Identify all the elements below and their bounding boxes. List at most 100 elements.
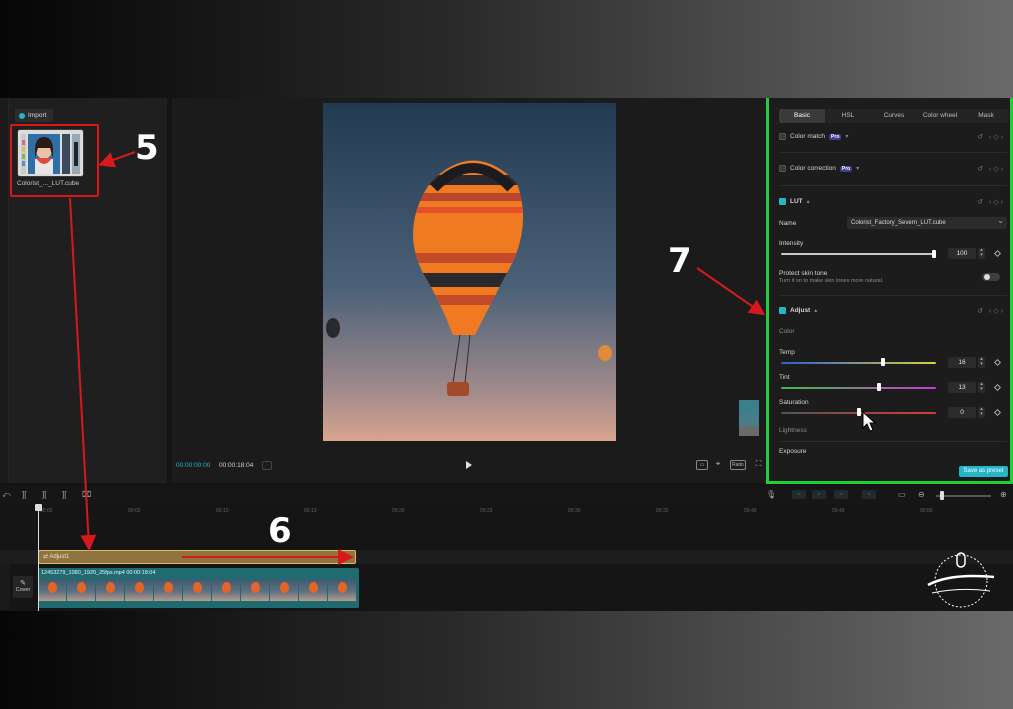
delete-icon[interactable]: ⌧ [82, 490, 91, 499]
lut-name-label: Name [779, 220, 797, 227]
adjust-clip[interactable]: ⇄ Adjust1 [38, 550, 356, 564]
lightness-label: Lightness [779, 427, 807, 434]
zoom-in-icon[interactable]: ⊕ [1000, 490, 1007, 499]
clip-thumbnail [38, 579, 67, 601]
import-label: Import [28, 112, 47, 119]
tab-hsl[interactable]: HSL [825, 109, 871, 123]
reset-keyframe-icons[interactable]: ↺ ‹◇› [977, 133, 1005, 141]
tint-label: Tint [779, 374, 790, 381]
lut-section-header[interactable]: LUT ▴ ↺ ‹◇› [779, 198, 1007, 206]
tab-basic[interactable]: Basic [779, 109, 825, 123]
adjust-section-header[interactable]: Adjust ▴ ↺ ‹◇› [779, 307, 1007, 315]
temp-slider-thumb[interactable] [881, 358, 885, 366]
split-right-icon[interactable]: ][ [62, 490, 66, 499]
keyframe-icon[interactable] [993, 383, 1002, 392]
intensity-slider-track[interactable] [781, 253, 936, 255]
saturation-stepper[interactable]: ▴ ▾ [978, 407, 985, 418]
zoom-out-icon[interactable]: ⊖ [918, 490, 925, 499]
tint-value[interactable]: 13 [948, 382, 976, 393]
playhead[interactable] [38, 504, 39, 611]
divider [779, 295, 1007, 296]
saturation-value[interactable]: 0 [948, 407, 976, 418]
video-preview-frame[interactable] [323, 103, 616, 441]
lut-checkbox[interactable] [779, 198, 786, 205]
ruler-tick-label: 00:13 [304, 508, 317, 514]
annotation-number-5: 5 [135, 128, 159, 168]
ratio-button[interactable]: Ratio [730, 460, 746, 470]
clip-thumbnail [96, 579, 125, 601]
intensity-slider-thumb[interactable] [932, 250, 936, 258]
timeline-view-toggle[interactable] [262, 461, 272, 470]
fit-icon[interactable]: ⌖ [713, 460, 723, 470]
tab-mask[interactable]: Mask [963, 109, 1009, 123]
playhead-handle[interactable] [35, 504, 42, 511]
reset-keyframe-icons[interactable]: ↺ ‹◇› [977, 165, 1005, 173]
intensity-stepper[interactable]: ▴ ▾ [978, 248, 985, 259]
caption-icon[interactable]: ▭ [898, 490, 906, 499]
intensity-value[interactable]: 100 [948, 248, 976, 259]
temp-slider-track[interactable] [781, 362, 936, 364]
protect-skin-toggle[interactable] [982, 273, 1000, 281]
timeline[interactable]: 00:00 00:02 00:10 00:13 00:20 00:23 00:30 00:32… [0, 504, 1013, 611]
color-match-label: Color match [790, 133, 826, 140]
adjust-label: Adjust [790, 307, 811, 314]
color-correction-checkbox[interactable] [779, 165, 786, 172]
divider [779, 185, 1007, 186]
play-icon[interactable] [466, 461, 472, 469]
microphone-icon[interactable]: 🎙 [766, 490, 776, 499]
adjust-checkbox[interactable] [779, 307, 786, 314]
ruler-tick-label: 00:50 [920, 508, 933, 514]
timecode-total: 00:00:18:04 [219, 462, 254, 469]
clip-thumbnail [67, 579, 96, 601]
keyframe-icon[interactable] [993, 408, 1002, 417]
reset-keyframe-icons[interactable]: ↺ ‹◇› [977, 307, 1005, 315]
snap-icon[interactable]: ⇔ [834, 490, 848, 499]
import-button[interactable]: Import [15, 109, 54, 122]
color-subheading: Color [779, 328, 795, 335]
clip-thumbnail [125, 579, 154, 601]
temp-stepper[interactable]: ▴ ▾ [978, 357, 985, 368]
lut-name-select[interactable]: Colorist_Factory_Severn_LUT.cube [847, 215, 1007, 229]
ruler-tick-label: 00:23 [480, 508, 493, 514]
preview-controls: 00:00:00:00 00:00:18:04 ▭ ⌖ Ratio ⛶ [172, 456, 766, 476]
saturation-slider-thumb[interactable] [857, 408, 861, 416]
annotation-highlight-box [10, 124, 99, 197]
fullscreen-icon[interactable]: ⛶ [754, 460, 763, 470]
magnet-icon[interactable]: ⇔ [812, 490, 826, 499]
cover-button[interactable]: ✎ Cover [13, 576, 33, 598]
preview-axis-icon[interactable]: ⇔ [862, 490, 876, 499]
ruler-tick-label: 00:02 [128, 508, 141, 514]
split-icon[interactable]: ][ [22, 490, 26, 499]
save-as-preset-button[interactable]: Save as preset [959, 466, 1008, 477]
video-clip-duration: 00:00:18:04 [126, 570, 156, 576]
temp-value[interactable]: 16 [948, 357, 976, 368]
tint-stepper[interactable]: ▴ ▾ [978, 382, 985, 393]
tint-slider-thumb[interactable] [877, 383, 881, 391]
tab-curves[interactable]: Curves [871, 109, 917, 123]
reset-keyframe-icons[interactable]: ↺ ‹◇› [977, 198, 1005, 206]
preview-panel: 00:00:00:00 00:00:18:04 ▭ ⌖ Ratio ⛶ [172, 98, 766, 483]
full-quality-icon[interactable]: ▭ [696, 460, 708, 470]
saturation-label: Saturation [779, 399, 809, 406]
annotation-number-6: 6 [268, 511, 292, 551]
color-match-section[interactable]: Color match Pro ▾ ↺ ‹◇› [779, 133, 1007, 141]
keyframe-icon[interactable] [993, 358, 1002, 367]
tab-color-wheel[interactable]: Color wheel [917, 109, 963, 123]
cover-label: Cover [15, 587, 31, 593]
split-left-icon[interactable]: ][ [42, 490, 46, 499]
clip-thumbnail [241, 579, 270, 601]
undo-icon[interactable]: ⤺ [2, 490, 11, 500]
annotation-number-7: 7 [668, 241, 692, 281]
keyframe-icon[interactable] [993, 249, 1002, 258]
zoom-slider-thumb[interactable] [940, 491, 944, 500]
link-clips-icon[interactable]: ⇔ [792, 490, 806, 499]
color-match-checkbox[interactable] [779, 133, 786, 140]
ruler-tick-label: 00:10 [216, 508, 229, 514]
color-correction-label: Color correction [790, 165, 836, 172]
tint-slider-track[interactable] [781, 387, 936, 389]
ruler-tick-label: 00:32 [656, 508, 669, 514]
video-clip[interactable]: 12453279_1080_1920_25fps.mp4 00:00:18:04 [38, 568, 359, 608]
color-correction-section[interactable]: Color correction Pro ▾ ↺ ‹◇› [779, 165, 1007, 173]
zoom-slider-track[interactable] [936, 495, 991, 497]
video-clip-label: 12453279_1080_1920_25fps.mp4 00:00:18:04 [41, 570, 155, 576]
